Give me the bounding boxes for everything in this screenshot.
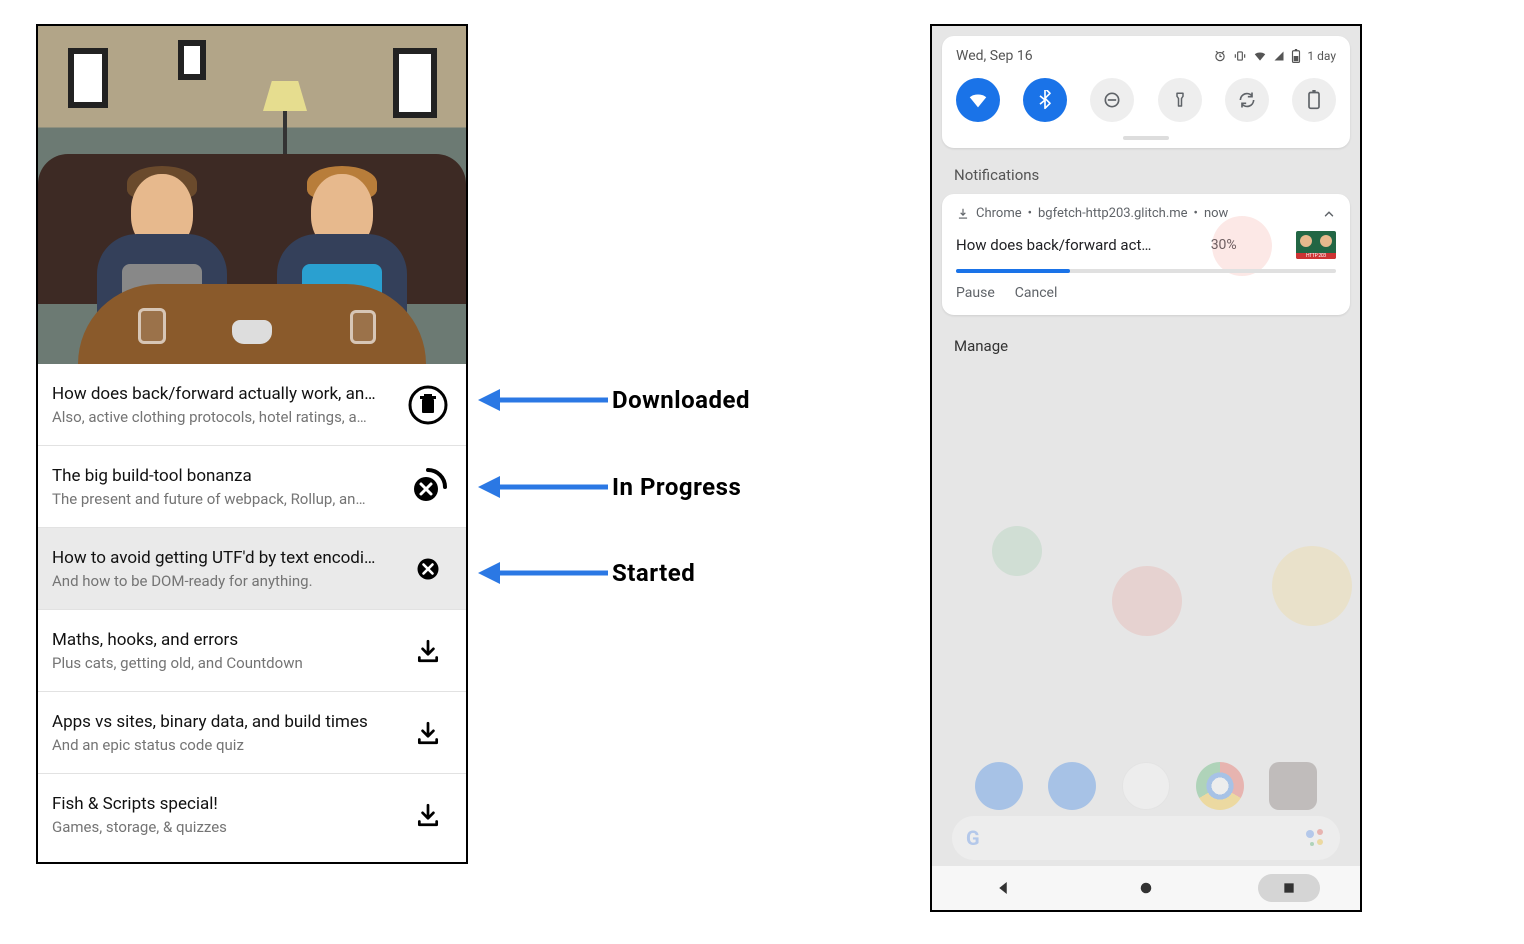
cancel-progress-button[interactable] [404, 467, 452, 507]
cancel-download-button[interactable] [404, 554, 452, 584]
episode-subtitle: Games, storage, & quizzes [52, 818, 396, 836]
notification-app: Chrome [976, 206, 1022, 221]
auto-rotate-toggle[interactable] [1225, 78, 1269, 122]
episode-title: Apps vs sites, binary data, and build ti… [52, 712, 396, 732]
download-icon [415, 638, 441, 664]
progress-cancel-icon [408, 467, 448, 507]
cancel-button[interactable]: Cancel [1015, 285, 1058, 301]
recents-icon [1281, 880, 1297, 896]
notification-source: bgfetch-http203.glitch.me [1038, 206, 1188, 221]
episode-title: How does back/forward actually work, an… [52, 384, 396, 404]
cell-signal-icon [1273, 50, 1285, 62]
bluetooth-toggle[interactable] [1023, 78, 1067, 122]
episode-subtitle: Plus cats, getting old, and Countdown [52, 654, 396, 672]
delete-download-button[interactable] [404, 385, 452, 425]
vibrate-icon [1233, 49, 1247, 63]
pause-button[interactable]: Pause [956, 285, 995, 301]
flashlight-icon [1171, 90, 1189, 110]
bluetooth-icon [1035, 90, 1055, 110]
wifi-toggle[interactable] [956, 78, 1000, 122]
podcast-app-panel: How does back/forward actually work, an…… [36, 24, 468, 864]
google-search-bar[interactable]: G [952, 816, 1340, 860]
episode-row[interactable]: Apps vs sites, binary data, and build ti… [38, 692, 466, 774]
dock [932, 762, 1360, 810]
flashlight-toggle[interactable] [1158, 78, 1202, 122]
phone-app-icon[interactable] [975, 762, 1023, 810]
home-icon [1137, 879, 1155, 897]
arrow-icon [478, 558, 608, 588]
android-phone-frame: Wed, Sep 16 1 day [930, 24, 1362, 912]
notifications-header: Notifications [932, 148, 1360, 194]
download-icon [956, 207, 970, 221]
back-icon [994, 879, 1012, 897]
notification-thumbnail [1296, 231, 1336, 259]
status-bar-date: Wed, Sep 16 [956, 48, 1033, 64]
hero-image [38, 26, 466, 364]
rotate-icon [1237, 90, 1257, 110]
episode-title: The big build-tool bonanza [52, 466, 396, 486]
episode-subtitle: Also, active clothing protocols, hotel r… [52, 408, 396, 426]
cancel-icon [413, 554, 443, 584]
download-notification[interactable]: Chrome • bgfetch-http203.glitch.me • now… [942, 194, 1350, 315]
camera-app-icon[interactable] [1269, 762, 1317, 810]
episode-row[interactable]: How does back/forward actually work, an…… [38, 364, 466, 446]
google-logo: G [966, 826, 980, 850]
play-store-icon[interactable] [1122, 762, 1170, 810]
episode-subtitle: The present and future of webpack, Rollu… [52, 490, 396, 508]
assistant-icon[interactable] [1306, 828, 1326, 848]
battery-icon [1291, 49, 1301, 63]
wifi-icon [967, 89, 989, 111]
home-button[interactable] [1115, 874, 1177, 902]
battery-saver-toggle[interactable] [1292, 78, 1336, 122]
download-button[interactable] [404, 638, 452, 664]
episode-row[interactable]: Maths, hooks, and errors Plus cats, gett… [38, 610, 466, 692]
episode-list: How does back/forward actually work, an…… [38, 364, 466, 856]
battery-icon [1307, 90, 1321, 110]
dnd-toggle[interactable] [1090, 78, 1134, 122]
episode-subtitle: And an epic status code quiz [52, 736, 396, 754]
episode-title: How to avoid getting UTF'd by text encod… [52, 548, 396, 568]
download-button[interactable] [404, 720, 452, 746]
home-screen: G [932, 426, 1360, 910]
annotation-downloaded: Downloaded [478, 385, 750, 415]
episode-subtitle: And how to be DOM-ready for anything. [52, 572, 396, 590]
alarm-icon [1213, 49, 1227, 63]
annotation-in-progress: In Progress [478, 472, 741, 502]
chrome-app-icon[interactable] [1196, 762, 1244, 810]
chevron-up-icon[interactable] [1322, 207, 1336, 221]
episode-row[interactable]: The big build-tool bonanza The present a… [38, 446, 466, 528]
battery-text: 1 day [1307, 49, 1336, 63]
episode-row[interactable]: Fish & Scripts special! Games, storage, … [38, 774, 466, 856]
wifi-icon [1253, 49, 1267, 63]
back-button[interactable] [972, 874, 1034, 902]
messages-app-icon[interactable] [1048, 762, 1096, 810]
notification-title: How does back/forward act… [956, 236, 1151, 254]
download-icon [415, 802, 441, 828]
episode-title: Maths, hooks, and errors [52, 630, 396, 650]
arrow-icon [478, 385, 608, 415]
dnd-icon [1102, 90, 1122, 110]
annotation-label: Downloaded [612, 386, 750, 414]
navigation-bar [932, 866, 1360, 910]
recents-button[interactable] [1258, 874, 1320, 902]
status-bar-icons: 1 day [1213, 49, 1336, 63]
notification-time: now [1204, 206, 1228, 221]
download-icon [415, 720, 441, 746]
annotation-label: Started [612, 559, 695, 587]
episode-row[interactable]: How to avoid getting UTF'd by text encod… [38, 528, 466, 610]
progress-bar [956, 269, 1336, 273]
drag-handle[interactable] [1123, 136, 1169, 140]
quick-settings-panel: Wed, Sep 16 1 day [942, 36, 1350, 148]
annotation-started: Started [478, 558, 695, 588]
arrow-icon [478, 472, 608, 502]
annotation-label: In Progress [612, 473, 741, 501]
episode-title: Fish & Scripts special! [52, 794, 396, 814]
manage-notifications-link[interactable]: Manage [932, 315, 1360, 377]
download-button[interactable] [404, 802, 452, 828]
trash-icon [408, 385, 448, 425]
